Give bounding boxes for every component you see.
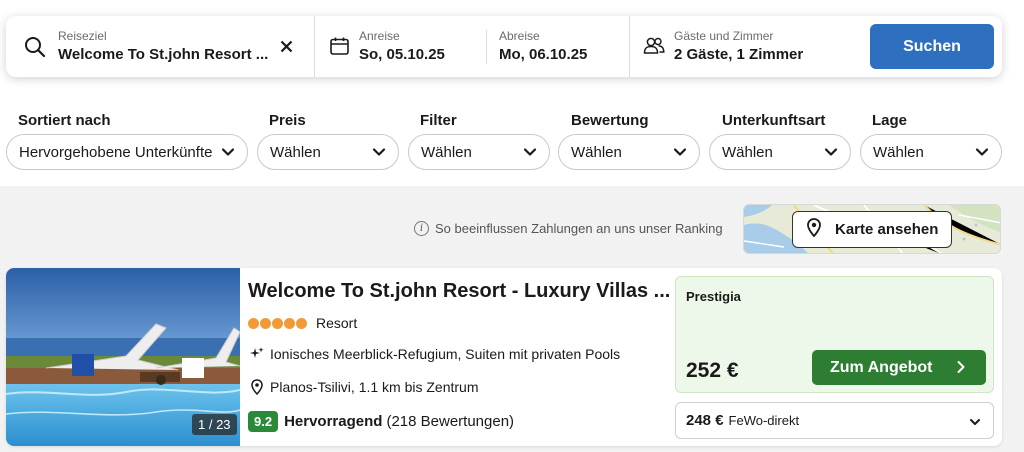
star-dot <box>296 317 307 329</box>
destination-label: Reiseziel <box>58 29 107 43</box>
filter-dropdown-rating[interactable]: Wählen <box>558 134 700 170</box>
filter-label-property-type: Unterkunftsart <box>722 112 826 129</box>
chevron-down-icon <box>673 145 687 159</box>
guests-value: 2 Gäste, 1 Zimmer <box>674 46 804 63</box>
top-deal[interactable]: Prestigia 252 € Zum Angebot <box>675 276 994 393</box>
chevron-down-icon <box>372 145 386 159</box>
chevron-right-icon <box>954 360 968 374</box>
filter-dropdown-property-type[interactable]: Wählen <box>709 134 851 170</box>
star-dot <box>260 317 271 329</box>
star-dots <box>248 317 308 329</box>
filter-label-sort: Sortiert nach <box>18 112 111 129</box>
ranking-info-text: So beeinflussen Zahlungen an uns unser R… <box>435 221 723 236</box>
calendar-icon <box>330 37 349 60</box>
chevron-down-icon <box>523 145 537 159</box>
hotel-title[interactable]: Welcome To St.john Resort - Luxury Villa… <box>248 280 670 303</box>
hotel-card[interactable]: 1 / 23 Welcome To St.john Resort - Luxur… <box>6 268 1002 446</box>
filter-dropdown-sort[interactable]: Hervorgehobene Unterkünfte <box>6 134 248 170</box>
search-bar: Reiseziel Welcome To St.john Resort ... … <box>6 16 1002 77</box>
chevron-down-icon[interactable] <box>969 415 981 427</box>
location-pin-icon <box>248 379 266 395</box>
filter-label-rating: Bewertung <box>571 112 649 129</box>
hotel-photo[interactable]: 1 / 23 <box>6 268 240 446</box>
filter-dropdown-price[interactable]: Wählen <box>257 134 399 170</box>
destination-value: Welcome To St.john Resort ... <box>58 46 269 63</box>
checkout-label: Abreise <box>499 29 540 43</box>
view-deal-label: Zum Angebot <box>830 358 933 376</box>
checkin-label: Anreise <box>359 29 400 43</box>
checkin-field[interactable]: Anreise So, 05.10.25 <box>314 16 486 77</box>
location-pin-icon <box>807 218 821 241</box>
deal-price: 252 € <box>686 359 739 382</box>
chevron-down-icon <box>975 145 989 159</box>
filter-value: Wählen <box>421 143 472 161</box>
star-dot <box>248 317 259 329</box>
score-badge: 9.2 <box>248 411 279 432</box>
guests-label: Gäste und Zimmer <box>674 29 774 43</box>
sparkle-icon <box>248 347 266 361</box>
filter-value: Wählen <box>722 143 773 161</box>
alt-deal-price: 248 € <box>686 412 724 429</box>
ranking-info[interactable]: i So beeinflussen Zahlungen an uns unser… <box>414 221 723 236</box>
guests-icon <box>643 37 665 60</box>
view-map-button[interactable]: Karte ansehen <box>792 211 952 248</box>
search-button[interactable]: Suchen <box>870 24 994 69</box>
checkout-field[interactable]: Abreise Mo, 06.10.25 <box>486 16 629 77</box>
filter-value: Wählen <box>270 143 321 161</box>
filter-value: Wählen <box>873 143 924 161</box>
filter-dropdown-filter[interactable]: Wählen <box>408 134 550 170</box>
star-dot <box>272 317 283 329</box>
feature-text: Ionisches Meerblick-Refugium, Suiten mit… <box>270 346 621 362</box>
filter-label-price: Preis <box>269 112 306 129</box>
location-text: Planos-Tsilivi, 1.1 km bis Zentrum <box>270 379 479 395</box>
filter-label-filter: Filter <box>420 112 457 129</box>
accommodation-type: Resort <box>316 315 358 331</box>
search-icon <box>24 36 46 63</box>
checkin-value: So, 05.10.25 <box>359 46 445 63</box>
view-deal-button[interactable]: Zum Angebot <box>812 350 986 385</box>
star-dot <box>284 317 295 329</box>
chevron-down-icon <box>221 145 235 159</box>
filter-value: Hervorgehobene Unterkünfte <box>19 143 213 161</box>
filter-value: Wählen <box>571 143 622 161</box>
filter-dropdown-location[interactable]: Wählen <box>860 134 1002 170</box>
filter-label-location: Lage <box>872 112 908 129</box>
deal-provider: Prestigia <box>686 289 741 304</box>
chevron-down-icon <box>824 145 838 159</box>
star-rating: Resort <box>248 315 357 331</box>
photo-counter: 1 / 23 <box>192 414 237 435</box>
guest-rating[interactable]: 9.2 Hervorragend (218 Bewertungen) <box>248 411 514 432</box>
info-icon: i <box>414 221 429 236</box>
feature-highlight: Ionisches Meerblick-Refugium, Suiten mit… <box>248 346 620 362</box>
rating-word: Hervorragend <box>284 413 383 430</box>
checkout-value: Mo, 06.10.25 <box>499 46 588 63</box>
feature-location: Planos-Tsilivi, 1.1 km bis Zentrum <box>248 379 479 395</box>
guests-field[interactable]: Gäste und Zimmer 2 Gäste, 1 Zimmer <box>629 16 869 77</box>
view-map-label: Karte ansehen <box>835 221 939 238</box>
review-count: (218 Bewertungen) <box>386 413 515 430</box>
destination-field[interactable]: Reiseziel Welcome To St.john Resort ... <box>6 16 314 77</box>
alt-deal-provider: FeWo-direkt <box>728 413 800 428</box>
alternative-deal[interactable]: 248 € FeWo-direkt <box>675 402 994 439</box>
close-icon[interactable] <box>280 40 293 58</box>
